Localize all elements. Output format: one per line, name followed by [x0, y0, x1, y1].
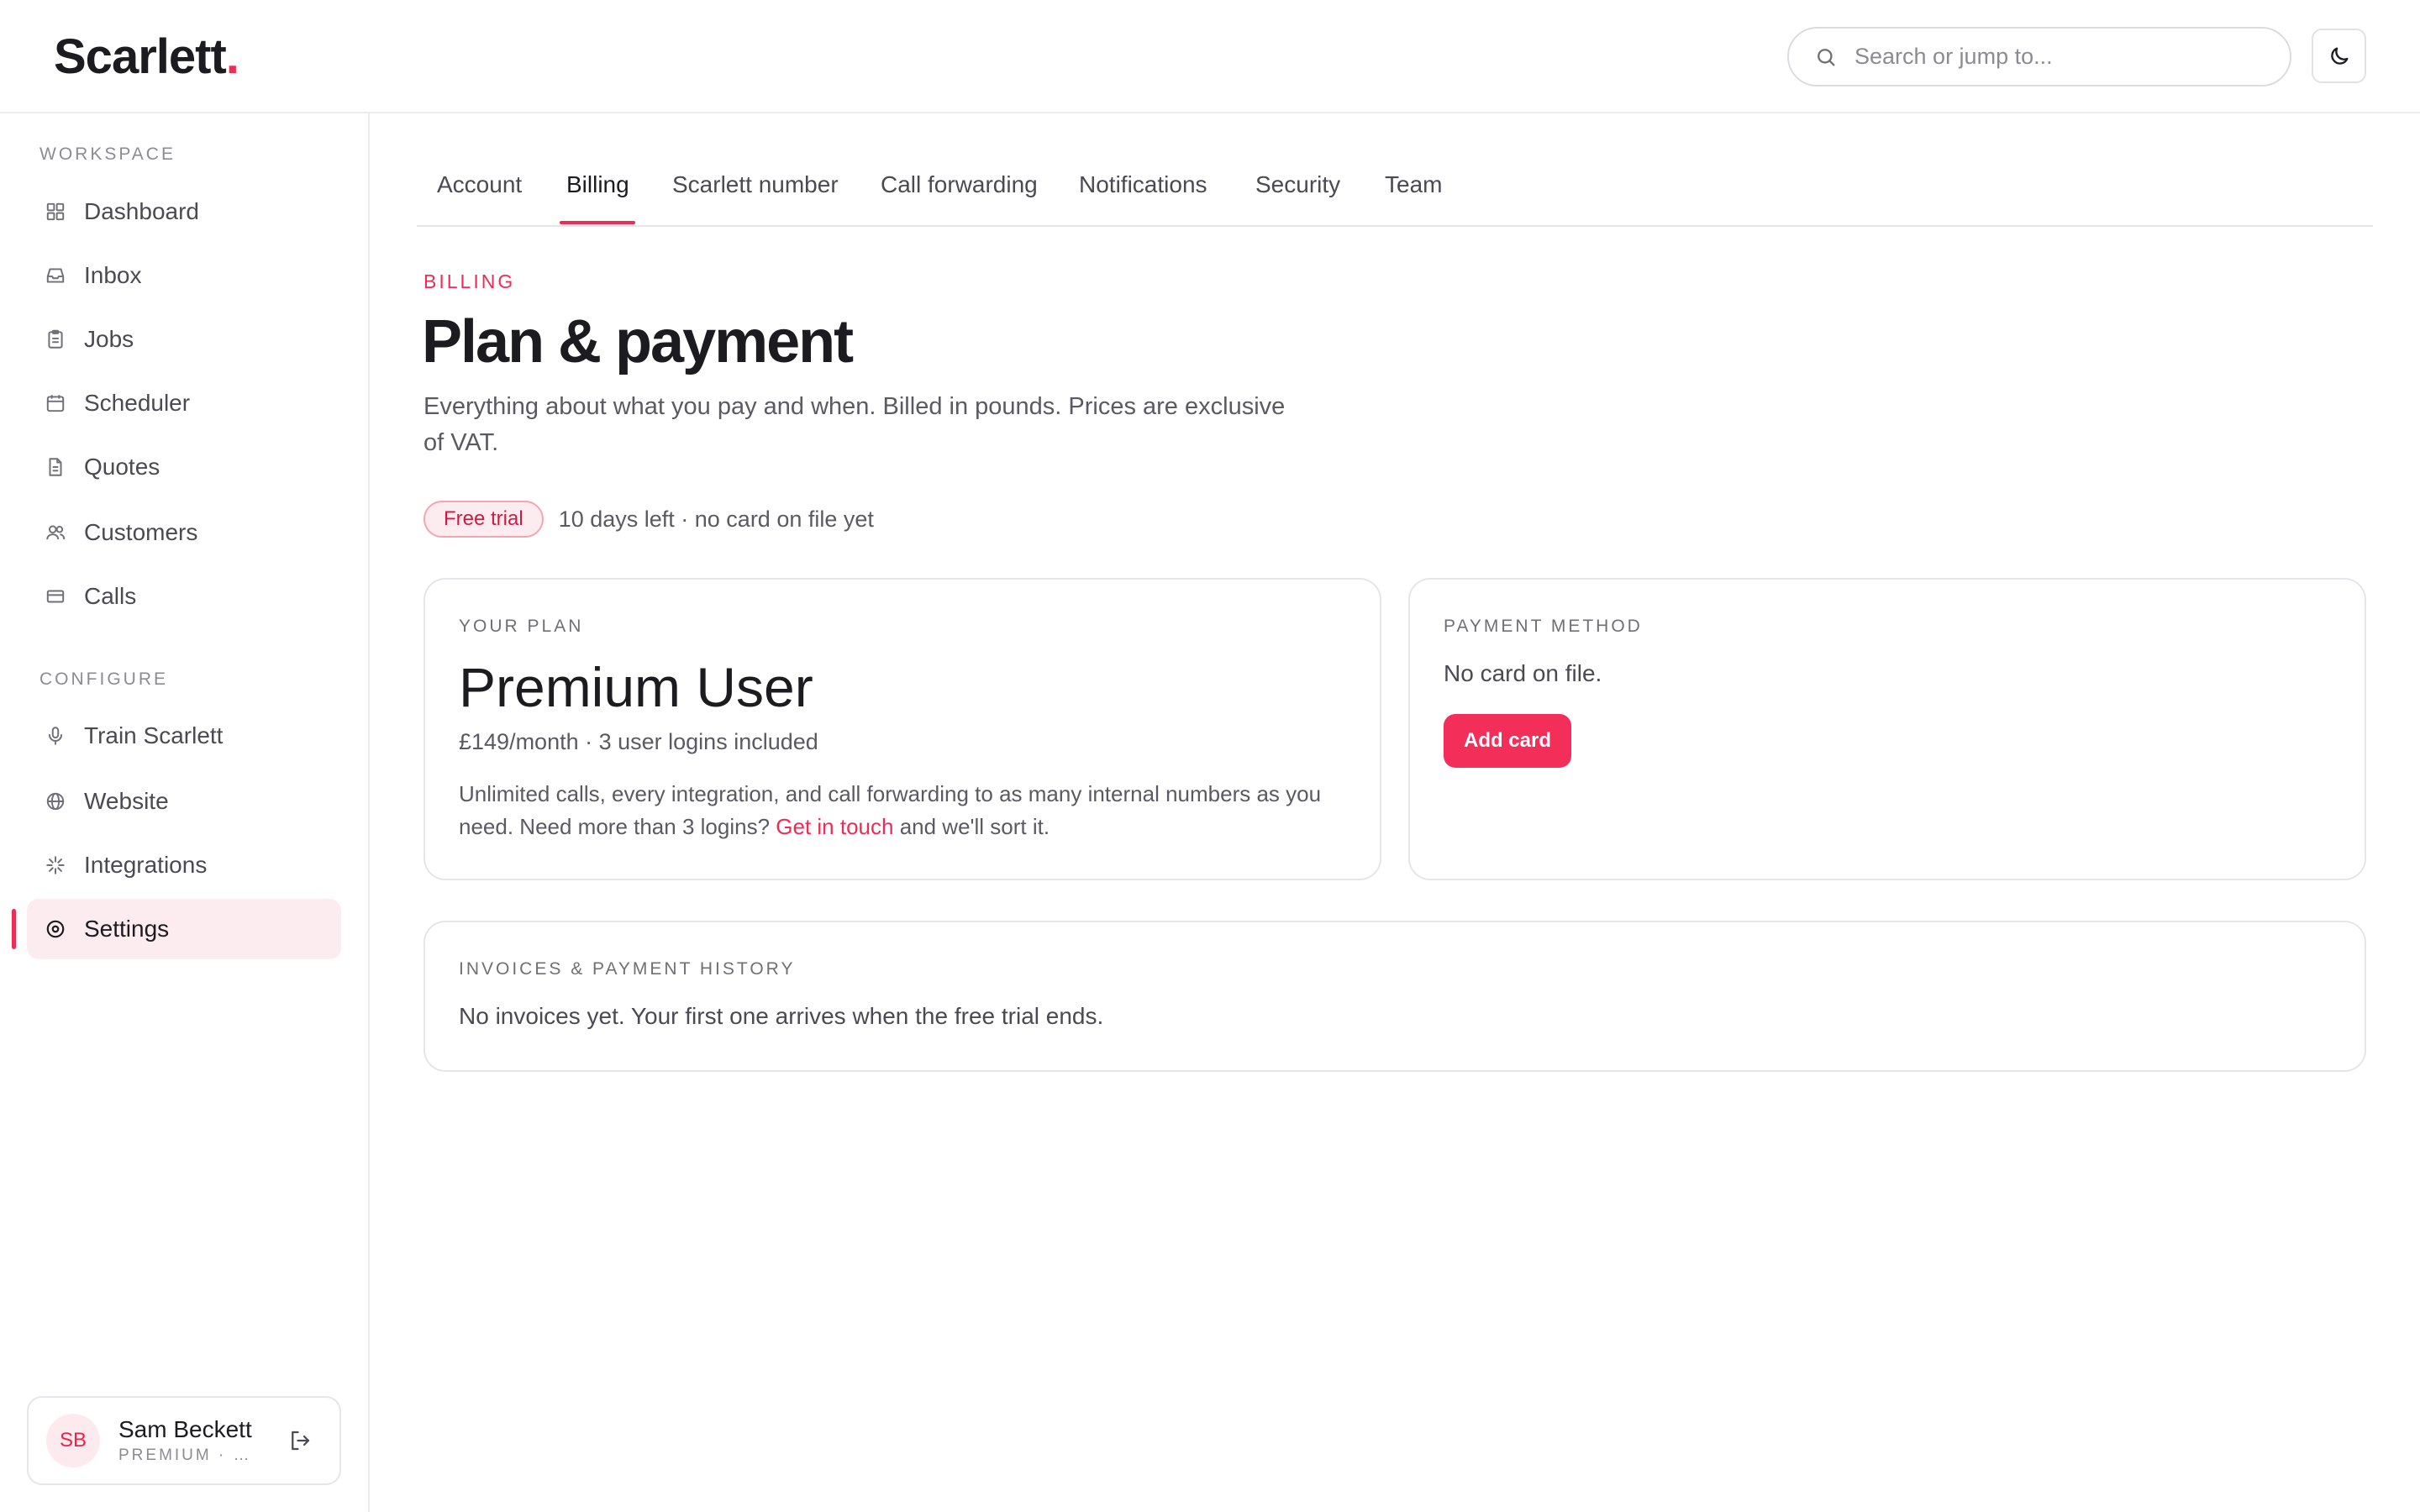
sidebar-item-label: Inbox	[84, 262, 142, 288]
plan-card: YOUR PLAN Premium User £149/month · 3 us…	[424, 578, 1381, 880]
search-icon	[1814, 45, 1838, 69]
sidebar-item-label: Quotes	[84, 454, 160, 480]
sidebar-item-calls[interactable]: Calls	[27, 566, 341, 627]
status-badge: Free trial	[424, 501, 544, 538]
trial-status-text: 10 days left · no card on file yet	[558, 506, 874, 532]
sidebar-item-jobs[interactable]: Jobs	[27, 309, 341, 370]
add-card-button[interactable]: Add card	[1444, 714, 1571, 768]
sidebar-item-customers[interactable]: Customers	[27, 502, 341, 563]
inbox-icon	[43, 263, 68, 288]
plan-price: £149/month · 3 user logins included	[459, 729, 818, 754]
settings-tabs: Account Billing Scarlett number Call for…	[417, 166, 2373, 227]
calendar-icon	[43, 391, 68, 416]
search-input[interactable]	[1854, 44, 2258, 70]
settings-icon	[43, 916, 68, 942]
tab-call-forwarding[interactable]: Call forwarding	[881, 171, 1038, 198]
top-bar: Scarlett.	[0, 0, 2420, 113]
card-icon	[43, 584, 68, 609]
sidebar-section-label: CONFIGURE	[39, 669, 168, 689]
tab-team[interactable]: Team	[1385, 171, 1442, 198]
tab-account[interactable]: Account	[437, 171, 522, 198]
invoices-card: INVOICES & PAYMENT HISTORY No invoices y…	[424, 921, 2366, 1072]
page-description: Everything about what you pay and when. …	[424, 393, 1286, 456]
grid-icon	[43, 199, 68, 224]
search-box[interactable]	[1787, 27, 2291, 87]
user-card[interactable]: SB Sam Beckett PREMIUM · S...	[27, 1396, 341, 1485]
theme-toggle-button[interactable]	[2312, 29, 2366, 83]
sidebar-item-label: Calls	[84, 583, 137, 609]
sidebar-item-label: Scheduler	[84, 390, 191, 416]
tab-active-underline	[560, 221, 635, 224]
app: Scarlett. WORKSPACE Dashboard Inbox Jobs	[0, 0, 2420, 1512]
sidebar-item-scheduler[interactable]: Scheduler	[27, 373, 341, 433]
card-label: YOUR PLAN	[459, 617, 584, 636]
page-title: Plan & payment	[422, 308, 854, 375]
sidebar-item-label: Website	[84, 788, 169, 814]
sidebar-section-label: WORKSPACE	[39, 144, 176, 164]
sidebar-item-label: Settings	[84, 916, 170, 942]
sidebar-item-label: Integrations	[84, 852, 208, 878]
user-name: Sam Beckett	[118, 1416, 252, 1442]
tab-security[interactable]: Security	[1255, 171, 1340, 198]
tab-billing[interactable]: Billing	[566, 171, 629, 198]
logo[interactable]: Scarlett.	[54, 25, 239, 89]
plan-description: Unlimited calls, every integration, and …	[459, 781, 1322, 839]
user-info: Sam Beckett PREMIUM · S...	[118, 1416, 263, 1465]
microphone-icon	[43, 723, 68, 748]
user-plan: PREMIUM · S...	[118, 1446, 253, 1464]
trial-status-row: Free trial 10 days left · no card on fil…	[424, 501, 874, 538]
sidebar-item-settings[interactable]: Settings	[27, 899, 341, 959]
sidebar-item-website[interactable]: Website	[27, 771, 341, 832]
invoices-empty-text: No invoices yet. Your first one arrives …	[459, 1003, 1104, 1029]
users-icon	[43, 520, 68, 545]
get-in-touch-link[interactable]: Get in touch	[776, 814, 893, 839]
sidebar-item-dashboard[interactable]: Dashboard	[27, 181, 341, 242]
plan-name: Premium User	[459, 656, 813, 718]
clipboard-icon	[43, 327, 68, 352]
sidebar: WORKSPACE Dashboard Inbox Jobs Scheduler…	[0, 113, 370, 1512]
tab-notifications[interactable]: Notifications	[1079, 171, 1207, 198]
sidebar-item-label: Train Scarlett	[84, 722, 224, 748]
card-label: PAYMENT METHOD	[1444, 617, 1643, 636]
sidebar-item-label: Customers	[84, 519, 198, 545]
sidebar-item-train-scarlett[interactable]: Train Scarlett	[27, 706, 341, 766]
sparkle-icon	[43, 853, 68, 878]
section-eyebrow: BILLING	[424, 270, 516, 292]
sidebar-item-inbox[interactable]: Inbox	[27, 245, 341, 306]
document-icon	[43, 454, 68, 480]
sidebar-item-label: Dashboard	[84, 198, 199, 224]
moon-icon	[2328, 45, 2351, 68]
logout-icon[interactable]	[287, 1428, 314, 1455]
active-indicator	[12, 909, 16, 949]
tab-scarlett-number[interactable]: Scarlett number	[672, 171, 839, 198]
card-label: INVOICES & PAYMENT HISTORY	[459, 959, 796, 979]
globe-icon	[43, 789, 68, 814]
payment-method-card: PAYMENT METHOD No card on file. Add card	[1408, 578, 2366, 880]
sidebar-item-integrations[interactable]: Integrations	[27, 835, 341, 895]
payment-method-status: No card on file.	[1444, 660, 1602, 686]
avatar: SB	[46, 1414, 100, 1467]
sidebar-item-label: Jobs	[84, 326, 134, 352]
sidebar-item-quotes[interactable]: Quotes	[27, 437, 341, 497]
